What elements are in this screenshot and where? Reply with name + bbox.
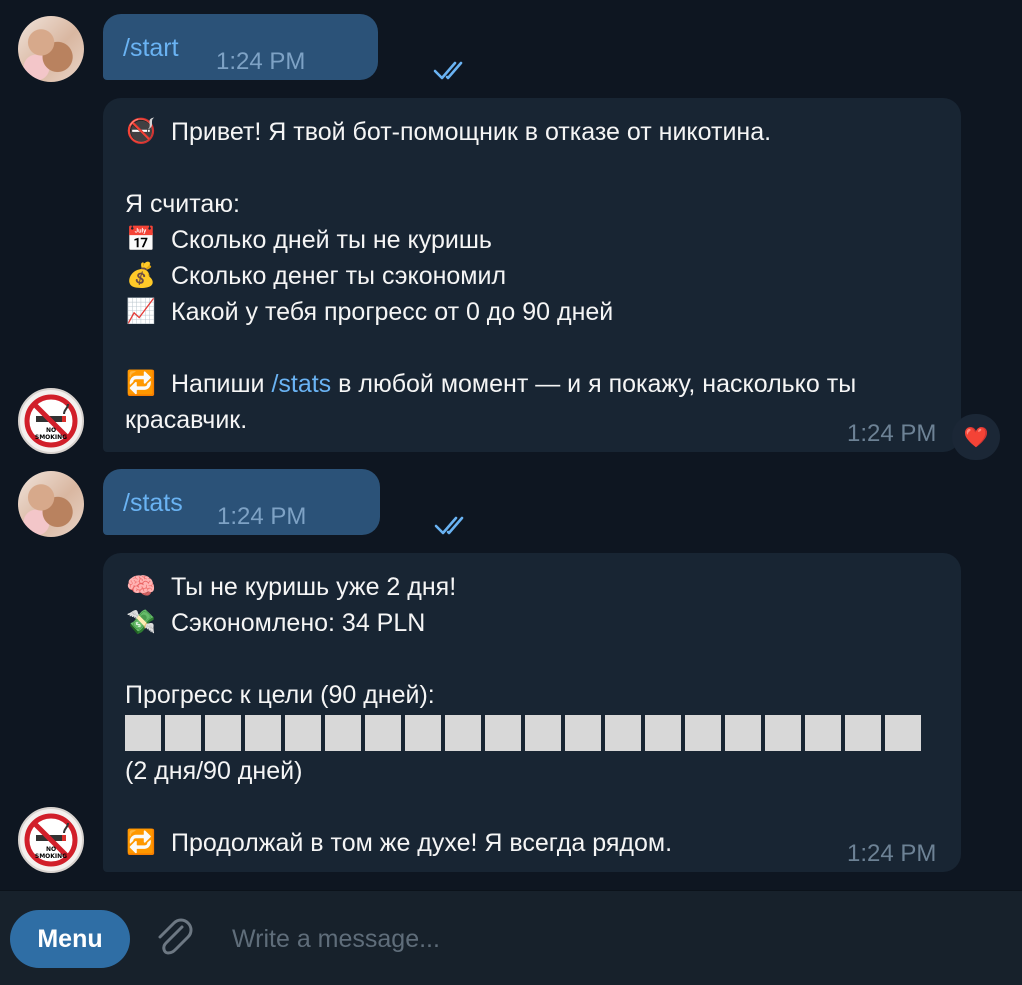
menu-button[interactable]: Menu xyxy=(10,910,130,968)
progress-block xyxy=(565,715,601,751)
progress-block xyxy=(165,715,201,751)
svg-text:SMOKING: SMOKING xyxy=(35,853,67,860)
stats-line-5: 🔁 Продолжай в том же духе! Я всегда рядо… xyxy=(126,829,673,857)
no-smoking-logo-icon: NO SMOKING xyxy=(24,394,78,448)
double-check-icon xyxy=(434,516,464,535)
user-avatar[interactable] xyxy=(18,471,84,537)
welcome-line-5: 📈 Какой у тебя прогресс от 0 до 90 дней xyxy=(126,298,614,326)
progress-block xyxy=(805,715,841,751)
stats-command-link[interactable]: /stats xyxy=(271,366,331,402)
user-avatar[interactable] xyxy=(18,16,84,82)
welcome-line-4: 💰 Сколько денег ты сэкономил xyxy=(126,262,507,290)
bot-avatar[interactable]: NO SMOKING xyxy=(18,388,84,454)
progress-block xyxy=(605,715,641,751)
money-wings-icon: 💸 xyxy=(126,609,156,636)
progress-block xyxy=(885,715,921,751)
progress-block xyxy=(485,715,521,751)
progress-block xyxy=(725,715,761,751)
progress-block xyxy=(205,715,241,751)
money-bag-icon: 💰 xyxy=(126,262,156,289)
svg-text:NO: NO xyxy=(46,846,56,853)
progress-block xyxy=(285,715,321,751)
heart-reaction[interactable]: ❤️ xyxy=(952,414,1000,460)
bot-message-stats[interactable]: 🧠 Ты не куришь уже 2 дня! 💸 Сэкономлено:… xyxy=(103,553,961,872)
message-time: 1:24 PM xyxy=(847,420,937,447)
progress-block xyxy=(685,715,721,751)
message-text: /stats xyxy=(123,489,183,517)
message-text: /start xyxy=(123,34,179,62)
progress-block xyxy=(365,715,401,751)
chat-area: /start 1:24 PM 🚭 Привет! Я твой бот-помо… xyxy=(0,0,1022,890)
chart-up-icon: 📈 xyxy=(126,298,156,325)
stats-line-3: Прогресс к цели (90 дней): xyxy=(125,681,435,709)
welcome-line-2: Я считаю: xyxy=(125,190,240,218)
attach-icon[interactable] xyxy=(152,915,196,963)
welcome-line-3: 📅 Сколько дней ты не куришь xyxy=(126,226,492,254)
progress-block xyxy=(325,715,361,751)
progress-block xyxy=(845,715,881,751)
stats-line-1: 🧠 Ты не куришь уже 2 дня! xyxy=(126,573,457,601)
progress-bar xyxy=(125,715,939,751)
brain-icon: 🧠 xyxy=(126,573,156,600)
bot-message-welcome[interactable]: 🚭 Привет! Я твой бот-помощник в отказе о… xyxy=(103,98,961,452)
progress-block xyxy=(445,715,481,751)
no-smoking-logo-icon: NO SMOKING xyxy=(24,813,78,867)
progress-block xyxy=(405,715,441,751)
message-input[interactable] xyxy=(230,913,994,965)
stats-line-4: (2 дня/90 дней) xyxy=(125,757,303,785)
no-smoking-icon: 🚭 xyxy=(126,118,156,145)
calendar-icon: 📅 xyxy=(126,226,156,253)
welcome-line-1: 🚭 Привет! Я твой бот-помощник в отказе о… xyxy=(126,118,772,146)
progress-block xyxy=(125,715,161,751)
welcome-line-7: красавчик. xyxy=(125,406,248,434)
message-time: 1:24 PM xyxy=(847,840,937,867)
repeat-icon: 🔁 xyxy=(126,370,156,397)
progress-block xyxy=(645,715,681,751)
message-start[interactable]: /start 1:24 PM xyxy=(103,14,463,80)
message-stats[interactable]: /stats 1:24 PM xyxy=(103,469,464,535)
bot-avatar[interactable]: NO SMOKING xyxy=(18,807,84,873)
double-check-icon xyxy=(433,61,463,80)
heart-icon: ❤️ xyxy=(963,426,989,449)
message-composer: Menu xyxy=(0,890,1022,985)
progress-block xyxy=(765,715,801,751)
progress-block xyxy=(245,715,281,751)
stats-line-2: 💸 Сэкономлено: 34 PLN xyxy=(126,609,426,637)
message-time: 1:24 PM xyxy=(216,48,306,75)
repeat-icon: 🔁 xyxy=(126,829,156,856)
svg-text:SMOKING: SMOKING xyxy=(35,434,67,441)
progress-block xyxy=(525,715,561,751)
message-time: 1:24 PM xyxy=(217,503,307,530)
welcome-line-6: 🔁 Напиши /stats в любой момент — и я пок… xyxy=(125,366,939,402)
svg-text:NO: NO xyxy=(46,427,56,434)
